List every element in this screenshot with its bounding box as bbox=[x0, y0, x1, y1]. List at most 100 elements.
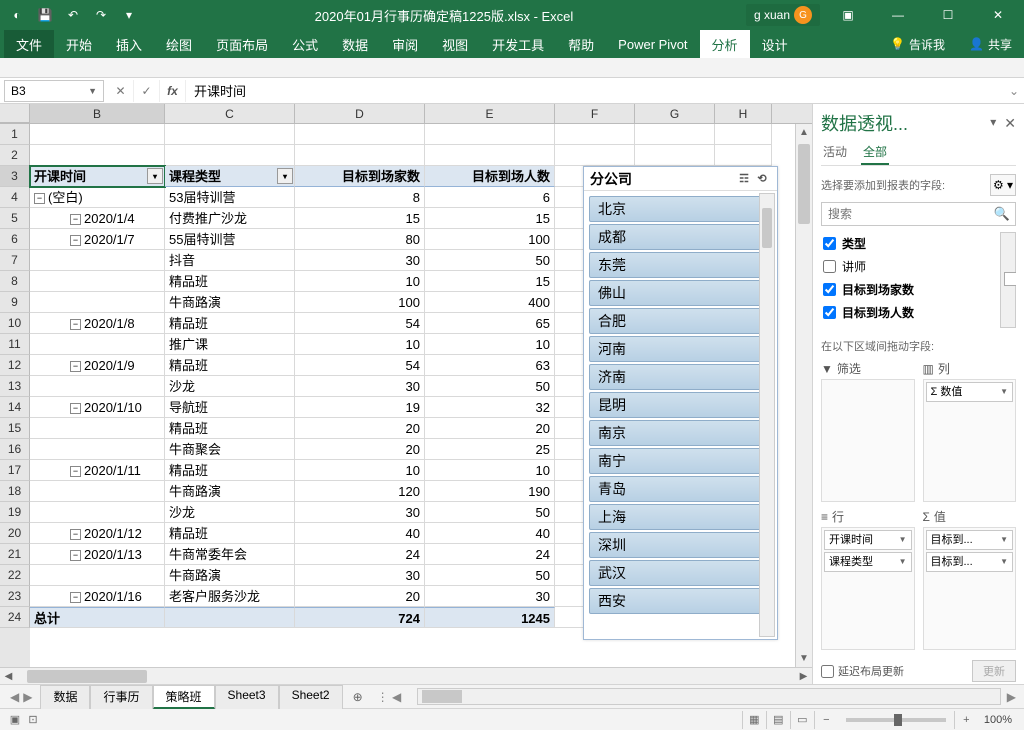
pivot-row-label[interactable] bbox=[30, 418, 165, 439]
minimize-icon[interactable]: — bbox=[876, 0, 920, 30]
cell[interactable]: 50 bbox=[425, 376, 555, 397]
field-item[interactable]: 讲师 bbox=[821, 255, 1016, 278]
pivot-row-label[interactable]: −(空白) bbox=[30, 187, 165, 208]
pivot-row-label[interactable] bbox=[30, 250, 165, 271]
pivot-row-label[interactable]: −2020/1/9 bbox=[30, 355, 165, 376]
cell[interactable]: 20 bbox=[295, 586, 425, 607]
search-icon[interactable]: 🔍 bbox=[994, 206, 1010, 222]
cell[interactable]: 25 bbox=[425, 439, 555, 460]
ribbon-tab-6[interactable]: 数据 bbox=[330, 30, 380, 58]
ribbon-tab-1[interactable]: 开始 bbox=[54, 30, 104, 58]
cell[interactable]: 沙龙 bbox=[165, 502, 295, 523]
slicer-item[interactable]: 南京 bbox=[589, 420, 772, 446]
collapse-icon[interactable]: − bbox=[70, 403, 81, 414]
save-icon[interactable]: 💾 bbox=[32, 2, 58, 28]
row-header[interactable]: 8 bbox=[0, 271, 30, 292]
cell[interactable]: 30 bbox=[425, 586, 555, 607]
cell[interactable]: 63 bbox=[425, 355, 555, 376]
cell[interactable]: 牛商常委年会 bbox=[165, 544, 295, 565]
record-macro-icon[interactable]: ▣ bbox=[6, 712, 24, 728]
row-header[interactable]: 17 bbox=[0, 460, 30, 481]
empty-cell[interactable] bbox=[165, 145, 295, 166]
collapse-icon[interactable]: − bbox=[70, 361, 81, 372]
empty-cell[interactable] bbox=[635, 145, 715, 166]
values-dropzone[interactable]: 目标到...▼目标到...▼ bbox=[923, 527, 1017, 650]
cell[interactable]: 30 bbox=[295, 250, 425, 271]
fx-icon[interactable]: fx bbox=[160, 80, 186, 102]
row-header[interactable]: 5 bbox=[0, 208, 30, 229]
vertical-scrollbar[interactable]: ▲ ▼ bbox=[795, 124, 812, 667]
column-header[interactable]: E bbox=[425, 104, 555, 123]
pivot-row-label[interactable] bbox=[30, 292, 165, 313]
pivot-row-label[interactable] bbox=[30, 502, 165, 523]
row-header[interactable]: 1 bbox=[0, 124, 30, 145]
cell[interactable]: 6 bbox=[425, 187, 555, 208]
ribbon-tab-3[interactable]: 绘图 bbox=[154, 30, 204, 58]
pivot-row-label[interactable]: −2020/1/4 bbox=[30, 208, 165, 229]
column-header[interactable]: B bbox=[30, 104, 165, 123]
name-box[interactable]: B3 ▼ bbox=[4, 80, 104, 102]
column-header[interactable]: H bbox=[715, 104, 772, 123]
slicer-item[interactable]: 西安 bbox=[589, 588, 772, 614]
row-header[interactable]: 16 bbox=[0, 439, 30, 460]
zoom-out-icon[interactable]: − bbox=[814, 711, 838, 729]
slicer-item[interactable]: 佛山 bbox=[589, 280, 772, 306]
chevron-down-icon[interactable]: ▼ bbox=[1000, 383, 1008, 401]
cell[interactable]: 导航班 bbox=[165, 397, 295, 418]
sheet-scrollbar[interactable] bbox=[417, 688, 1001, 705]
collapse-icon[interactable]: − bbox=[70, 466, 81, 477]
ribbon-tab-2[interactable]: 插入 bbox=[104, 30, 154, 58]
zoom-level[interactable]: 100% bbox=[978, 714, 1018, 726]
ribbon-tab-0[interactable]: 文件 bbox=[4, 30, 54, 58]
cell[interactable]: 付费推广沙龙 bbox=[165, 208, 295, 229]
collapse-icon[interactable]: − bbox=[70, 550, 81, 561]
cancel-formula-icon[interactable]: ✕ bbox=[108, 80, 134, 102]
cell[interactable]: 20 bbox=[425, 418, 555, 439]
field-list-resize[interactable] bbox=[1004, 272, 1016, 286]
empty-cell[interactable] bbox=[555, 145, 635, 166]
row-header[interactable]: 7 bbox=[0, 250, 30, 271]
chevron-down-icon[interactable]: ▼ bbox=[1000, 531, 1008, 549]
row-header[interactable]: 23 bbox=[0, 586, 30, 607]
cell[interactable]: 40 bbox=[425, 523, 555, 544]
cell[interactable] bbox=[165, 607, 295, 628]
pivot-row-label[interactable] bbox=[30, 481, 165, 502]
horizontal-scrollbar[interactable]: ◀ ▶ bbox=[0, 667, 812, 684]
row-header[interactable]: 3 bbox=[0, 166, 30, 187]
empty-cell[interactable] bbox=[425, 145, 555, 166]
row-header[interactable]: 2 bbox=[0, 145, 30, 166]
ribbon-tab-8[interactable]: 视图 bbox=[430, 30, 480, 58]
ribbon-tab-7[interactable]: 审阅 bbox=[380, 30, 430, 58]
pivot-row-label[interactable] bbox=[30, 439, 165, 460]
ribbon-tab-10[interactable]: 帮助 bbox=[556, 30, 606, 58]
empty-cell[interactable] bbox=[30, 145, 165, 166]
pivot-row-label[interactable]: −2020/1/12 bbox=[30, 523, 165, 544]
sheet-tab[interactable]: Sheet3 bbox=[215, 685, 279, 709]
qat-dropdown-icon[interactable]: ▾ bbox=[116, 2, 142, 28]
cell[interactable]: 20 bbox=[295, 439, 425, 460]
cell[interactable]: 50 bbox=[425, 250, 555, 271]
pivot-row-label[interactable]: −2020/1/16 bbox=[30, 586, 165, 607]
cell[interactable]: 15 bbox=[425, 271, 555, 292]
cell[interactable]: 精品班 bbox=[165, 313, 295, 334]
gear-icon[interactable]: ⚙ ▾ bbox=[990, 174, 1016, 196]
expand-formula-icon[interactable]: ⌄ bbox=[1004, 84, 1024, 98]
cell[interactable]: 10 bbox=[295, 334, 425, 355]
column-header[interactable]: D bbox=[295, 104, 425, 123]
empty-cell[interactable] bbox=[635, 124, 715, 145]
defer-update-checkbox[interactable]: 延迟布局更新 bbox=[821, 663, 904, 679]
cell[interactable]: 抖音 bbox=[165, 250, 295, 271]
cell[interactable]: 120 bbox=[295, 481, 425, 502]
formula-input[interactable]: 开课时间 bbox=[186, 81, 1004, 100]
slicer-item[interactable]: 昆明 bbox=[589, 392, 772, 418]
undo-icon[interactable]: ↶ bbox=[60, 2, 86, 28]
empty-cell[interactable] bbox=[555, 124, 635, 145]
cell[interactable]: 30 bbox=[295, 376, 425, 397]
cell[interactable]: 65 bbox=[425, 313, 555, 334]
pivot-header[interactable]: 开课时间▾ bbox=[30, 166, 165, 187]
total-label[interactable]: 总计 bbox=[30, 607, 165, 628]
sheet-tab[interactable]: 数据 bbox=[40, 685, 90, 709]
ribbon-tab-4[interactable]: 页面布局 bbox=[204, 30, 280, 58]
slicer-item[interactable]: 济南 bbox=[589, 364, 772, 390]
redo-icon[interactable]: ↷ bbox=[88, 2, 114, 28]
